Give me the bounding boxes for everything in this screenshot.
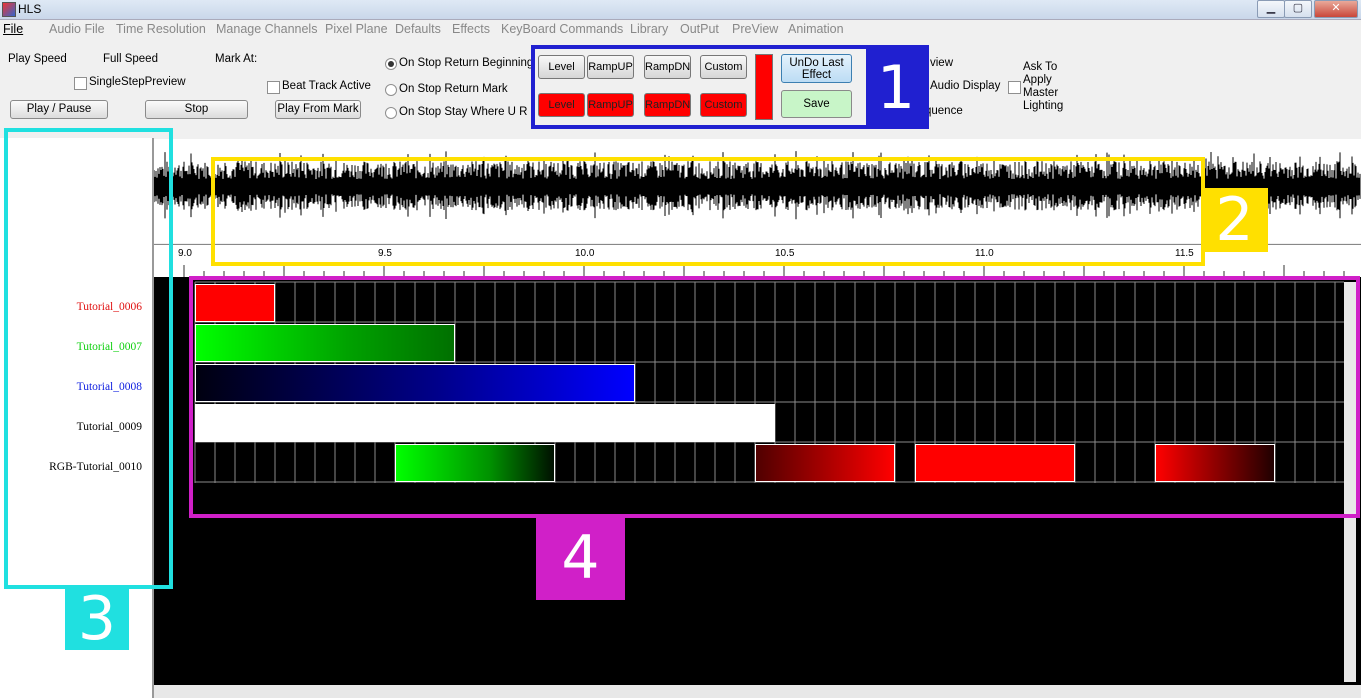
overlay-box-3	[4, 128, 173, 589]
overlay-box-2	[211, 157, 1205, 266]
play-speed-label: Play Speed	[8, 53, 67, 65]
close-button[interactable]: ✕	[1314, 0, 1358, 18]
minimize-button[interactable]: ▁	[1257, 0, 1285, 18]
return-mark-label: On Stop Return Mark	[399, 83, 508, 95]
ruler-tick-label: 9.0	[178, 248, 192, 259]
ask-apply-checkbox[interactable]	[1008, 81, 1021, 94]
full-speed-label: Full Speed	[103, 53, 158, 65]
horizontal-scrollbar[interactable]	[154, 685, 1361, 698]
single-step-checkbox[interactable]	[74, 77, 87, 90]
audio-display-label: Audio Display	[930, 80, 1001, 92]
stop-button[interactable]: Stop	[145, 100, 248, 119]
menu-file[interactable]: File	[3, 22, 23, 36]
menu-effects[interactable]: Effects	[452, 22, 490, 36]
radio-return-mark[interactable]	[385, 84, 397, 96]
menu-library[interactable]: Library	[630, 22, 668, 36]
menu-output[interactable]: OutPut	[680, 22, 719, 36]
overlay-number-4: 4	[536, 516, 625, 600]
play-from-mark-button[interactable]: Play From Mark	[275, 100, 361, 119]
menu-defaults[interactable]: Defaults	[395, 22, 441, 36]
menu-animation[interactable]: Animation	[788, 22, 844, 36]
preview-option-label: view	[930, 57, 954, 69]
radio-stay-where[interactable]	[385, 107, 397, 119]
sequence-option-label: quence	[925, 105, 963, 117]
overlay-number-3: 3	[65, 588, 129, 650]
overlay-box-4	[189, 276, 1360, 518]
app-icon	[2, 2, 16, 17]
menu-time-resolution[interactable]: Time Resolution	[116, 22, 206, 36]
stay-where-label: On Stop Stay Where U R	[399, 106, 528, 118]
window-title: HLS	[18, 2, 42, 16]
play-pause-button[interactable]: Play / Pause	[10, 100, 108, 119]
ask-apply-label: Ask To Apply Master Lighting	[1023, 61, 1064, 112]
beat-track-checkbox[interactable]	[267, 81, 280, 94]
return-beginning-label: On Stop Return Beginning	[399, 57, 534, 69]
radio-return-beginning[interactable]	[385, 58, 397, 70]
mark-at-label: Mark At:	[215, 53, 258, 65]
menu-preview[interactable]: PreView	[732, 22, 778, 36]
single-step-label: SingleStepPreview	[89, 76, 186, 88]
menu-manage-channels[interactable]: Manage Channels	[216, 22, 317, 36]
overlay-number-1: 1	[866, 49, 926, 127]
menu-bar: File Audio File Time Resolution Manage C…	[0, 20, 1361, 39]
overlay-number-2: 2	[1201, 188, 1268, 252]
beat-track-label: Beat Track Active	[282, 80, 371, 92]
menu-audio-file[interactable]: Audio File	[49, 22, 105, 36]
menu-keyboard-commands[interactable]: KeyBoard Commands	[501, 22, 623, 36]
title-bar: HLS ▁ ▢ ✕	[0, 0, 1361, 20]
menu-pixel-plane[interactable]: Pixel Plane	[325, 22, 388, 36]
maximize-button[interactable]: ▢	[1284, 0, 1312, 18]
